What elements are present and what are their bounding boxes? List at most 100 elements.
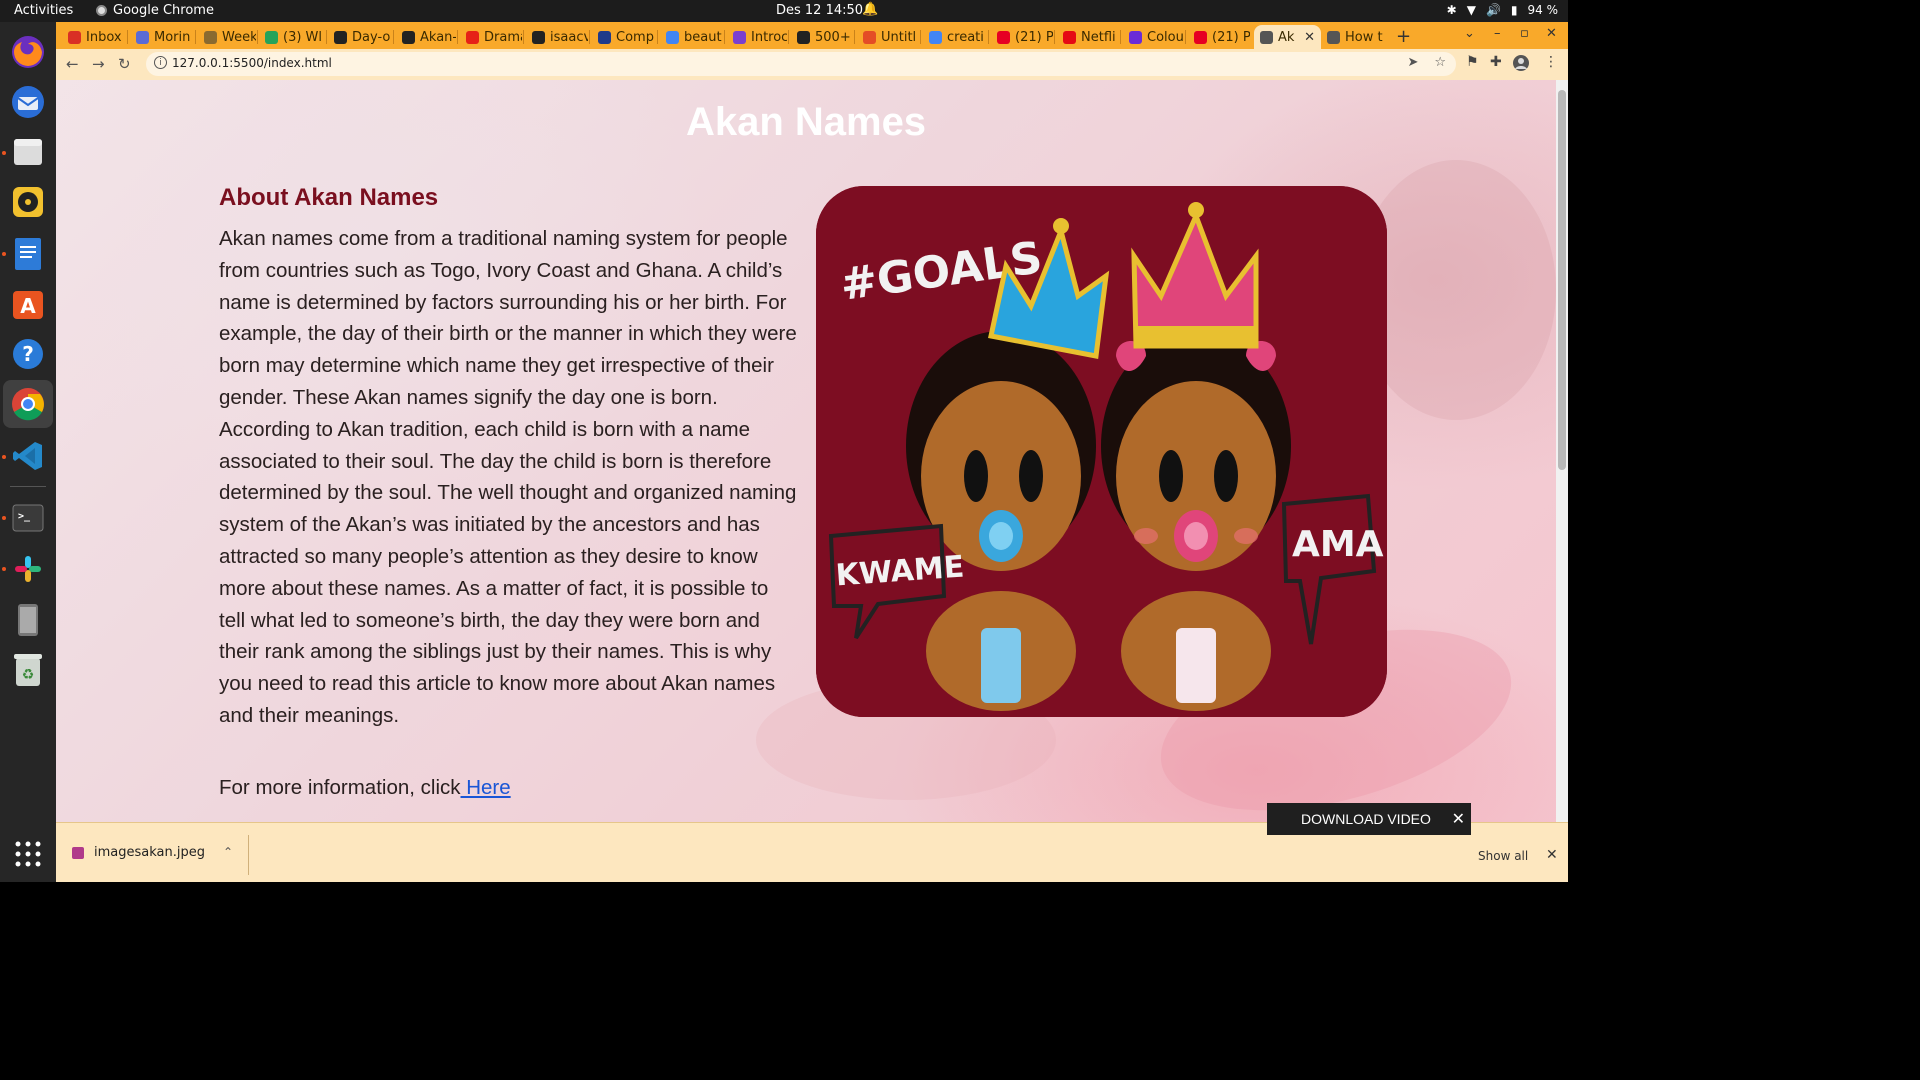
tab[interactable]: creati: [923, 25, 987, 49]
activities-button[interactable]: Activities: [14, 3, 73, 18]
minimize-button[interactable]: –: [1494, 26, 1501, 41]
tab-search-icon[interactable]: ⌄: [1464, 26, 1475, 41]
pin-icon: [204, 30, 217, 44]
running-indicator: [2, 567, 6, 571]
send-icon[interactable]: ➤: [1407, 55, 1418, 70]
firefox-icon[interactable]: [8, 32, 48, 72]
tab[interactable]: Week: [198, 25, 256, 49]
tab-separator: [988, 30, 989, 44]
tab[interactable]: Ak ✕: [1254, 25, 1321, 49]
close-shelf-icon[interactable]: ✕: [1546, 847, 1558, 863]
show-apps-icon[interactable]: [8, 834, 48, 874]
show-all-button[interactable]: Show all: [1478, 849, 1528, 863]
svg-text:>_: >_: [18, 511, 31, 522]
scrollbar-thumb[interactable]: [1558, 90, 1566, 470]
site-info-icon[interactable]: i: [154, 56, 167, 69]
files-icon[interactable]: [8, 132, 48, 172]
tab[interactable]: Untitl: [857, 25, 919, 49]
here-link[interactable]: Here: [461, 776, 510, 799]
system-tray[interactable]: ✱ ▼ 🔊 ▮ 94 %: [1447, 3, 1558, 17]
chevron-up-icon[interactable]: ⌃: [223, 845, 233, 859]
bookmark-star-icon[interactable]: ☆: [1434, 55, 1446, 70]
tab[interactable]: Introc: [727, 25, 787, 49]
download-file-name[interactable]: imagesakan.jpeg: [94, 845, 205, 860]
tab[interactable]: beaut: [660, 25, 723, 49]
tab-label: (21) P: [1212, 29, 1250, 45]
chrome-icon[interactable]: [3, 380, 53, 428]
tab[interactable]: 500+ \: [791, 25, 853, 49]
maximize-button[interactable]: ▫: [1520, 26, 1529, 41]
address-bar[interactable]: i 127.0.0.1:5500/index.html ➤ ☆: [146, 52, 1456, 76]
tab-separator: [523, 30, 524, 44]
about-heading: About Akan Names: [219, 184, 439, 211]
tab[interactable]: (3) Wl: [259, 25, 325, 49]
url-text[interactable]: 127.0.0.1:5500/index.html: [172, 56, 332, 70]
tab[interactable]: Colou: [1123, 25, 1184, 49]
tab[interactable]: (21) P: [1188, 25, 1250, 49]
tab-label: Akan-: [420, 29, 456, 45]
chrome-menu-icon[interactable]: ⋮: [1544, 54, 1558, 70]
extension-icon[interactable]: ⚑: [1466, 54, 1479, 70]
more-info-line: For more information, click Here: [219, 776, 511, 800]
new-tab-button[interactable]: +: [1396, 26, 1411, 47]
tab-separator: [788, 30, 789, 44]
tab[interactable]: Day-o: [328, 25, 392, 49]
tab[interactable]: Inbox: [62, 25, 126, 49]
rhythmbox-icon[interactable]: [8, 182, 48, 222]
svg-text:♻: ♻: [22, 667, 35, 683]
page-scrollbar[interactable]: [1556, 80, 1568, 822]
tab-label: (3) Wl: [283, 29, 323, 45]
tab-label: Week: [222, 29, 256, 45]
browser-window: Inbox Morin Week (3) Wl Day-o Akan- Drama isaac…: [56, 22, 1568, 882]
more-info-text: For more information, click: [219, 776, 461, 799]
device-icon[interactable]: [8, 600, 48, 640]
download-item[interactable]: imagesakan.jpeg: [72, 845, 205, 860]
thunderbird-icon[interactable]: [8, 82, 48, 122]
tab-label: Day-o: [352, 29, 391, 45]
back-button[interactable]: ←: [66, 55, 79, 73]
tab-strip: Inbox Morin Week (3) Wl Day-o Akan- Drama isaac…: [56, 22, 1568, 49]
volume-icon: 🔊: [1485, 3, 1501, 17]
tab-label: Introc: [751, 29, 787, 45]
tab[interactable]: (21) P: [991, 25, 1053, 49]
forward-button[interactable]: →: [92, 55, 105, 73]
vscode-icon[interactable]: [8, 436, 48, 476]
tab[interactable]: Morin: [130, 25, 194, 49]
extensions-puzzle-icon[interactable]: ✚: [1490, 54, 1502, 70]
reload-button[interactable]: ↻: [118, 55, 131, 73]
running-indicator: [2, 151, 6, 155]
tab-label: (21) P: [1015, 29, 1053, 45]
app-menu[interactable]: Google Chrome: [96, 3, 214, 18]
tab[interactable]: Drama: [460, 25, 522, 49]
writer-icon[interactable]: [8, 234, 48, 274]
tab-separator: [1054, 30, 1055, 44]
clock[interactable]: Des 12 14:50: [776, 3, 863, 18]
notification-icon: 🔔: [862, 2, 879, 17]
terminal-icon[interactable]: >_: [8, 498, 48, 538]
download-video-label[interactable]: DOWNLOAD VIDEO: [1301, 811, 1431, 827]
close-tab-icon[interactable]: ✕: [1304, 30, 1315, 45]
tab[interactable]: How t: [1321, 25, 1385, 49]
browser-toolbar: ← → ↻ i 127.0.0.1:5500/index.html ➤ ☆ ⚑ …: [56, 49, 1568, 80]
tab[interactable]: isaacv: [526, 25, 588, 49]
bag-icon: [797, 30, 810, 44]
download-video-banner[interactable]: DOWNLOAD VIDEO ✕: [1267, 803, 1471, 835]
slack-icon[interactable]: [8, 549, 48, 589]
close-window-button[interactable]: ✕: [1546, 26, 1557, 41]
tab-separator: [920, 30, 921, 44]
page-title: Akan Names: [685, 100, 927, 144]
running-indicator: [2, 516, 6, 520]
tab[interactable]: Akan-: [396, 25, 456, 49]
dock-separator: [10, 486, 46, 487]
tab[interactable]: Netfli: [1057, 25, 1119, 49]
profile-avatar-icon[interactable]: [1512, 54, 1530, 76]
slack-tray-icon: ✱: [1446, 3, 1457, 17]
tab-separator: [127, 30, 128, 44]
pinterest-icon: [997, 30, 1010, 44]
github-icon: [532, 30, 545, 44]
software-icon[interactable]: A: [8, 284, 48, 324]
close-icon[interactable]: ✕: [1452, 809, 1465, 829]
help-icon[interactable]: ?: [8, 334, 48, 374]
trash-icon[interactable]: ♻: [8, 650, 48, 690]
tab[interactable]: Comp: [592, 25, 656, 49]
